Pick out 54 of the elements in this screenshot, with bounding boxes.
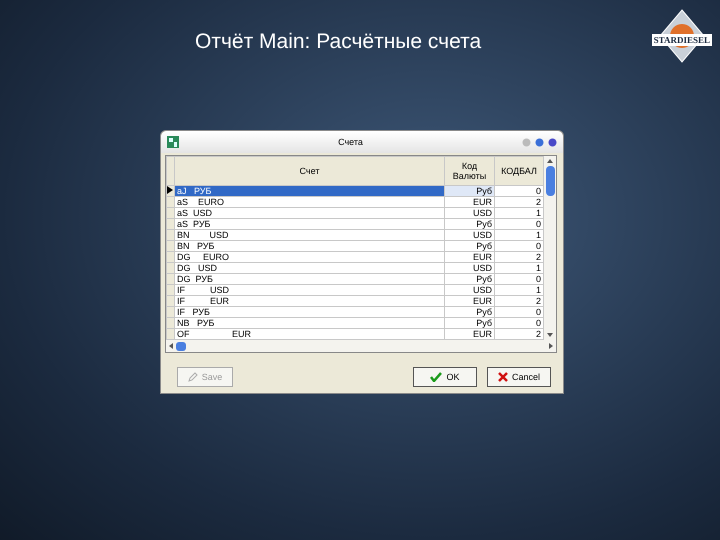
table-cell: 0 — [494, 240, 544, 252]
app-icon — [167, 136, 179, 148]
table-cell: 2 — [494, 296, 544, 306]
table-cell: 0 — [494, 274, 544, 284]
scrollbar-thumb[interactable] — [546, 166, 554, 196]
table-cell: IF РУБ — [174, 306, 444, 318]
maximize-icon[interactable] — [535, 138, 544, 146]
table-cell: 0 — [494, 218, 544, 230]
table-cell: 1 — [494, 208, 544, 218]
table-cell: IF EUR — [174, 296, 444, 306]
column-header[interactable]: КОДБАЛ — [494, 156, 544, 186]
window-title: Счета — [337, 137, 364, 147]
table-cell: 0 — [494, 306, 544, 318]
slide-title: Отчёт Main: Расчётные счета — [195, 30, 482, 54]
table-cell: USD — [444, 284, 494, 296]
cancel-button[interactable]: Cancel — [487, 367, 551, 387]
table-cell: Руб — [444, 240, 494, 252]
table-cell: EUR — [444, 296, 494, 306]
table-cell: NB РУБ — [174, 318, 444, 328]
close-icon[interactable] — [548, 138, 557, 146]
table-cell: BN USD — [174, 230, 444, 240]
column-header[interactable]: Код Валюты — [444, 156, 494, 186]
table-cell: 1 — [494, 262, 544, 274]
column-header[interactable]: Счет — [174, 156, 444, 186]
scrollbar-thumb[interactable] — [176, 342, 186, 350]
table-cell: Руб — [444, 274, 494, 284]
table-cell: USD — [444, 262, 494, 274]
table-cell: USD — [444, 208, 494, 218]
table-cell: 0 — [494, 318, 544, 328]
table-cell: DG РУБ — [174, 274, 444, 284]
table-cell: aS EURO — [174, 196, 444, 208]
table-cell: Руб — [444, 318, 494, 328]
table-cell: 2 — [494, 196, 544, 208]
table-cell: EUR — [444, 252, 494, 262]
cross-icon — [498, 372, 508, 382]
table-cell: DG EURO — [174, 252, 444, 262]
table-cell: Руб — [444, 306, 494, 318]
table-cell: 1 — [494, 284, 544, 296]
table-cell: DG USD — [174, 262, 444, 274]
table-cell: Руб — [444, 218, 494, 230]
table-cell: aS РУБ — [174, 218, 444, 230]
table-cell: EUR — [444, 196, 494, 208]
table-cell: aS USD — [174, 208, 444, 218]
table-cell: 0 — [494, 186, 544, 196]
checkmark-icon — [430, 372, 442, 382]
table-cell: USD — [444, 230, 494, 240]
table-cell: aJ РУБ — [174, 186, 444, 196]
logo-text: STARDIESEL — [652, 34, 712, 46]
pencil-icon — [188, 372, 198, 382]
table-cell: BN РУБ — [174, 240, 444, 252]
table-cell: IF USD — [174, 284, 444, 296]
table-cell: 2 — [494, 252, 544, 262]
table-cell: 1 — [494, 230, 544, 240]
ok-button[interactable]: OK — [413, 367, 477, 387]
